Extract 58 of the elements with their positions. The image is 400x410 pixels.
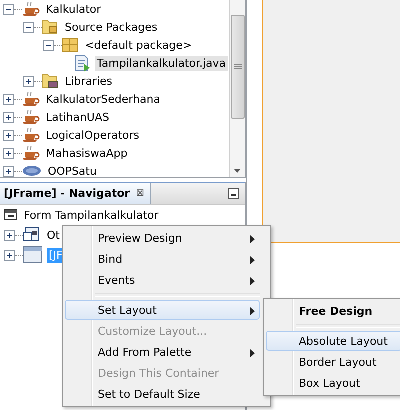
tree-item[interactable]: KalkulatorSederhana <box>44 92 162 106</box>
menu-item[interactable]: Box Layout <box>266 373 400 393</box>
expand-icon[interactable] <box>3 130 14 140</box>
expand-icon[interactable] <box>23 76 34 86</box>
components-icon <box>23 227 41 243</box>
collapse-icon[interactable] <box>43 40 54 50</box>
library-folder-icon <box>42 73 59 89</box>
scrollbar[interactable] <box>229 0 245 177</box>
expand-icon[interactable] <box>3 94 14 104</box>
menu-item[interactable]: Border Layout <box>266 352 400 372</box>
folder-icon <box>42 19 59 35</box>
file-icon <box>74 54 91 72</box>
menu-item[interactable]: Set Layout <box>65 300 260 320</box>
coffee-cup-icon <box>22 1 40 17</box>
submenu-arrow-icon <box>250 307 255 316</box>
coffee-cup-icon <box>22 91 40 107</box>
tree-item[interactable]: OOPSatu <box>46 164 99 177</box>
menu-item[interactable]: Free Design <box>266 301 400 321</box>
menu-item[interactable]: Set to Default Size <box>65 384 260 404</box>
close-button[interactable]: ⊠ <box>136 188 144 199</box>
tree-item[interactable]: MahasiswaApp <box>44 146 130 160</box>
menu-item[interactable]: Add From Palette <box>65 342 260 362</box>
package-icon <box>62 38 79 52</box>
collapse-icon[interactable] <box>23 22 34 32</box>
menu-item[interactable]: Bind <box>65 249 260 269</box>
menu-item[interactable]: Absolute Layout <box>266 331 400 351</box>
tree-item[interactable]: Tampilankalkulator.java <box>95 56 228 70</box>
expand-icon[interactable] <box>3 112 14 122</box>
expand-icon[interactable] <box>3 166 14 176</box>
grip-icon <box>234 64 242 70</box>
tree-item[interactable]: Kalkulator <box>44 2 104 16</box>
coffee-cup-icon <box>22 127 40 143</box>
form-icon <box>4 209 18 221</box>
tree-item[interactable]: Source Packages <box>63 20 160 34</box>
tree-item[interactable]: Ot <box>45 228 62 242</box>
tree-item[interactable]: Form Tampilankalkulator <box>22 208 161 222</box>
expand-icon[interactable] <box>4 250 15 260</box>
coffee-cup-icon <box>22 109 40 125</box>
tab-title: [JFrame] - Navigator <box>4 187 130 200</box>
tree-item[interactable]: LogicalOperators <box>44 128 142 142</box>
menu-item[interactable]: Preview Design <box>65 228 260 248</box>
submenu-arrow-icon <box>250 349 255 358</box>
minimize-icon[interactable] <box>228 188 239 199</box>
navigator-tab[interactable]: [JFrame] - Navigator ⊠ <box>0 183 152 204</box>
scroll-down-icon[interactable] <box>234 169 241 173</box>
tree-item[interactable]: LatihanUAS <box>44 110 112 124</box>
coffee-cup-icon <box>22 145 40 161</box>
tree-item[interactable]: Libraries <box>63 74 115 88</box>
expand-icon[interactable] <box>3 148 14 158</box>
submenu-arrow-icon <box>250 256 255 265</box>
expand-icon[interactable] <box>4 230 15 240</box>
menu-item[interactable]: Events <box>65 270 260 290</box>
tree-item[interactable]: <default package> <box>83 38 194 52</box>
collapse-icon[interactable] <box>3 4 14 14</box>
submenu-arrow-icon <box>250 277 255 286</box>
project-icon <box>22 164 42 177</box>
submenu-arrow-icon <box>250 235 255 244</box>
window-icon <box>23 246 43 264</box>
